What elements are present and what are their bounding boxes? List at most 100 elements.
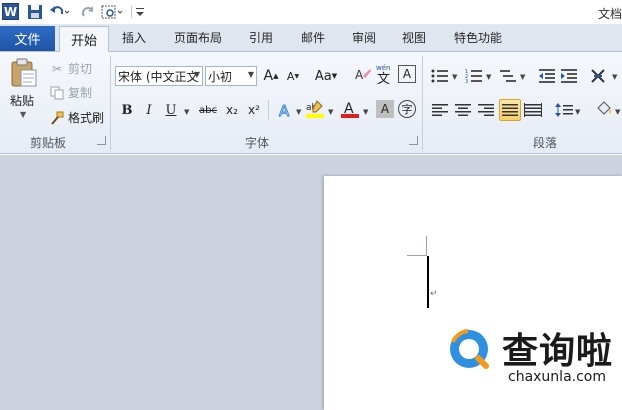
distributed-icon bbox=[524, 103, 542, 117]
clipboard-launcher-icon[interactable] bbox=[97, 136, 106, 145]
word-logo-icon[interactable]: W bbox=[2, 3, 19, 20]
svg-text:3: 3 bbox=[465, 79, 468, 84]
font-name-value: 宋体 (中文正文 bbox=[118, 69, 199, 84]
bold-button[interactable]: B bbox=[117, 100, 137, 120]
increase-indent-button[interactable] bbox=[559, 66, 579, 86]
grow-font-button[interactable]: A ▲ bbox=[261, 66, 281, 86]
tab-review[interactable]: 审阅 bbox=[352, 29, 376, 46]
justify-icon bbox=[502, 104, 518, 116]
underline-icon: U bbox=[165, 102, 177, 118]
font-name-combo[interactable]: 宋体 (中文正文 ▼ bbox=[115, 66, 203, 86]
superscript-icon: x² bbox=[248, 103, 260, 117]
character-shading-button[interactable]: A bbox=[376, 100, 394, 118]
distributed-button[interactable] bbox=[523, 100, 543, 120]
strikethrough-icon: abc bbox=[199, 104, 217, 116]
watermark-url: chaxunla.com bbox=[508, 369, 606, 385]
tab-home[interactable]: 开始 bbox=[59, 26, 109, 52]
bullet-list-icon bbox=[431, 69, 448, 83]
multilevel-dropdown-icon[interactable]: ▼ bbox=[520, 73, 525, 81]
shrink-font-icon: A bbox=[286, 69, 295, 83]
superscript-button[interactable]: x² bbox=[244, 100, 264, 120]
highlighter-icon: ab bbox=[306, 100, 324, 118]
character-border-button[interactable]: A bbox=[398, 65, 416, 83]
change-case-button[interactable]: Aa ▼ bbox=[312, 66, 340, 86]
ribbon-tabs: 文件 开始 插入 页面布局 引用 邮件 审阅 视图 特色功能 bbox=[0, 25, 622, 52]
decrease-indent-icon bbox=[539, 69, 555, 83]
print-preview-button[interactable] bbox=[100, 3, 126, 21]
numbering-dropdown-icon[interactable]: ▼ bbox=[486, 73, 491, 81]
tab-view[interactable]: 视图 bbox=[402, 29, 426, 46]
chinese-layout-dropdown-icon[interactable]: ▼ bbox=[612, 73, 617, 81]
text-effects-icon: A bbox=[279, 102, 291, 120]
paragraph-shading-button[interactable] bbox=[594, 99, 614, 119]
align-left-button[interactable] bbox=[430, 100, 450, 120]
font-color-icon: A bbox=[341, 101, 359, 118]
enclose-characters-icon: 字 bbox=[401, 103, 413, 116]
strikethrough-button[interactable]: abc bbox=[196, 100, 220, 120]
print-preview-icon bbox=[101, 5, 123, 19]
align-right-icon bbox=[478, 104, 494, 116]
decrease-indent-button[interactable] bbox=[537, 66, 557, 86]
margin-corner-mark bbox=[426, 236, 427, 256]
format-painter-button[interactable]: 格式刷 bbox=[50, 109, 104, 126]
line-spacing-dropdown-icon[interactable]: ▼ bbox=[575, 108, 580, 116]
customize-toolbar-button[interactable] bbox=[134, 3, 146, 21]
quick-access-separator bbox=[131, 6, 132, 18]
paste-label: 粘贴 bbox=[10, 94, 35, 108]
italic-button[interactable]: I bbox=[139, 100, 159, 120]
font-launcher-icon[interactable] bbox=[409, 136, 418, 145]
paragraph-shading-dropdown-icon[interactable]: ▼ bbox=[615, 108, 620, 116]
line-spacing-button[interactable] bbox=[554, 100, 574, 120]
text-effects-dropdown-icon[interactable]: ▼ bbox=[296, 108, 301, 116]
paste-icon bbox=[11, 58, 37, 87]
align-center-icon bbox=[455, 104, 471, 116]
italic-icon: I bbox=[146, 102, 152, 118]
underline-button[interactable]: U bbox=[161, 100, 181, 120]
justify-button[interactable] bbox=[499, 99, 521, 121]
title-bar: W 文档 bbox=[0, 0, 622, 25]
multilevel-list-button[interactable] bbox=[498, 66, 518, 86]
subscript-button[interactable]: x₂ bbox=[222, 100, 242, 120]
shrink-font-button[interactable]: A ▼ bbox=[283, 66, 303, 86]
tab-page-layout[interactable]: 页面布局 bbox=[174, 29, 222, 46]
paragraph-group-label: 段落 bbox=[533, 136, 558, 150]
align-center-button[interactable] bbox=[453, 100, 473, 120]
tab-references[interactable]: 引用 bbox=[249, 29, 273, 46]
undo-button[interactable] bbox=[48, 3, 70, 21]
paragraph-mark-icon: ↵ bbox=[430, 289, 438, 299]
enclose-characters-button[interactable]: 字 bbox=[398, 100, 416, 118]
clear-formatting-button[interactable]: A bbox=[353, 65, 373, 85]
text-cursor bbox=[427, 256, 429, 308]
copy-button[interactable]: 复制 bbox=[50, 84, 92, 101]
paste-dropdown-arrow[interactable]: ▼ bbox=[20, 110, 26, 119]
underline-dropdown-icon[interactable]: ▼ bbox=[184, 108, 189, 116]
chinese-layout-button[interactable] bbox=[590, 66, 612, 86]
font-color-dropdown-icon[interactable]: ▼ bbox=[363, 108, 368, 116]
tab-special-features[interactable]: 特色功能 bbox=[454, 29, 502, 46]
cut-button[interactable]: ✂ 剪切 bbox=[50, 60, 92, 77]
save-button[interactable] bbox=[26, 3, 44, 21]
highlight-button[interactable]: ab bbox=[305, 99, 325, 119]
numbering-button[interactable]: 123 bbox=[464, 66, 484, 86]
chevron-down-icon: ▼ bbox=[193, 70, 200, 79]
tab-mailings[interactable]: 邮件 bbox=[301, 29, 325, 46]
tab-insert[interactable]: 插入 bbox=[122, 29, 146, 46]
scissors-icon: ✂ bbox=[51, 61, 63, 76]
window-title: 文档 bbox=[597, 7, 622, 21]
chinese-layout-icon bbox=[591, 69, 605, 83]
bullets-button[interactable] bbox=[430, 66, 450, 86]
text-effects-button[interactable]: A bbox=[276, 100, 296, 120]
paint-bucket-icon bbox=[597, 101, 611, 115]
redo-button[interactable] bbox=[80, 3, 96, 21]
tab-file[interactable]: 文件 bbox=[0, 26, 55, 51]
phonetic-guide-button[interactable]: wén 文 bbox=[375, 64, 395, 85]
paintbrush-icon bbox=[50, 111, 64, 125]
highlight-dropdown-icon[interactable]: ▼ bbox=[328, 108, 333, 116]
paste-button[interactable] bbox=[10, 58, 38, 88]
font-color-button[interactable]: A bbox=[340, 99, 360, 119]
redo-icon bbox=[82, 6, 93, 17]
cut-label: 剪切 bbox=[68, 62, 93, 76]
bullets-dropdown-icon[interactable]: ▼ bbox=[452, 73, 457, 81]
align-right-button[interactable] bbox=[476, 100, 496, 120]
font-size-combo[interactable]: 小初 ▼ bbox=[205, 66, 257, 86]
